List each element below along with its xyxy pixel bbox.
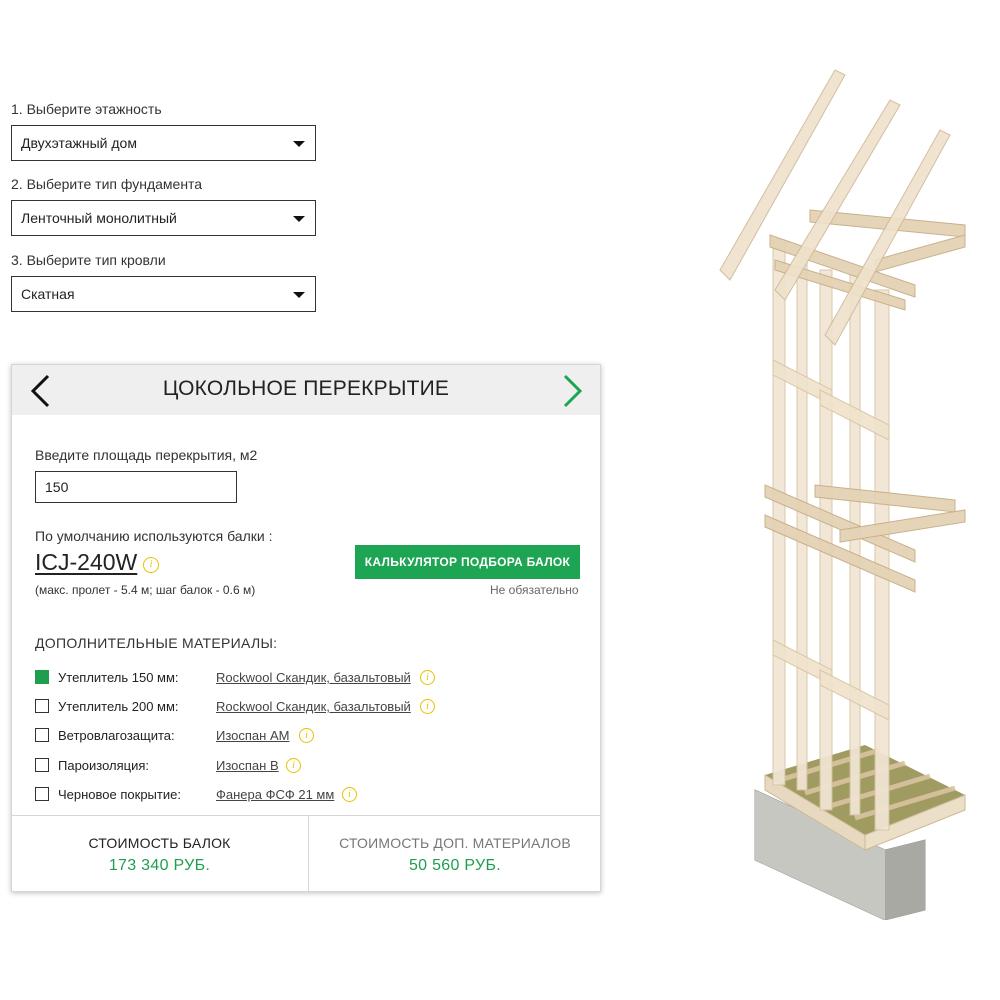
material-product-link[interactable]: Rockwool Скандик, базальтовый (216, 670, 411, 685)
material-product-link[interactable]: Изоспан АМ (216, 728, 289, 743)
beam-cost-value: 173 340 РУБ. (108, 857, 211, 874)
roof-select-value: Скатная (21, 286, 75, 302)
cost-summary: СТОИМОСТЬ БАЛОК 173 340 РУБ. СТОИМОСТЬ Д… (12, 815, 600, 892)
chevron-right-icon[interactable] (561, 373, 585, 414)
beam-code-link[interactable]: ICJ-240W (35, 549, 137, 576)
beam-note: (макс. пролет - 5.4 м; шаг балок - 0.6 м… (35, 583, 256, 597)
floors-select[interactable]: Двухэтажный дом (11, 125, 316, 161)
info-icon[interactable]: i (143, 557, 159, 573)
material-product-link[interactable]: Изоспан В (216, 758, 279, 773)
info-icon[interactable]: i (420, 670, 435, 685)
extra-materials-title: ДОПОЛНИТЕЛЬНЫЕ МАТЕРИАЛЫ: (35, 635, 278, 651)
info-icon[interactable]: i (342, 787, 357, 802)
beam-calculator-button[interactable]: КАЛЬКУЛЯТОР ПОДБОРА БАЛОК (355, 545, 580, 579)
info-icon[interactable]: i (420, 699, 435, 714)
panel-header: ЦОКОЛЬНОЕ ПЕРЕКРЫТИЕ (12, 365, 600, 415)
caret-down-icon (293, 216, 305, 222)
area-input[interactable] (35, 471, 237, 503)
area-label: Введите площадь перекрытия, м2 (35, 447, 258, 463)
material-name: Пароизоляция: (58, 758, 150, 773)
caret-down-icon (293, 292, 305, 298)
roof-select[interactable]: Скатная (11, 276, 316, 312)
optional-note: Не обязательно (490, 583, 579, 597)
material-name: Утеплитель 150 мм: (58, 670, 179, 685)
caret-down-icon (293, 141, 305, 147)
floors-label: 1. Выберите этажность (11, 101, 162, 117)
panel-title: ЦОКОЛЬНОЕ ПЕРЕКРЫТИЕ (162, 377, 450, 400)
material-checkbox[interactable] (35, 699, 49, 713)
floors-select-value: Двухэтажный дом (21, 135, 137, 151)
foundation-select[interactable]: Ленточный монолитный (11, 200, 316, 236)
extra-cost-value: 50 560 РУБ. (408, 857, 502, 874)
floor-panel: ЦОКОЛЬНОЕ ПЕРЕКРЫТИЕ Введите площадь пер… (11, 364, 601, 892)
material-name: Утеплитель 200 мм: (58, 699, 179, 714)
roof-label: 3. Выберите тип кровли (11, 252, 166, 268)
extra-cost-label: СТОИМОСТЬ ДОП. МАТЕРИАЛОВ (339, 835, 571, 851)
frame-illustration (719, 69, 966, 920)
material-checkbox[interactable] (35, 670, 49, 684)
material-product-link[interactable]: Фанера ФСФ 21 мм (216, 787, 334, 802)
material-name: Черновое покрытие: (58, 787, 181, 802)
extra-cost[interactable]: СТОИМОСТЬ ДОП. МАТЕРИАЛОВ 50 560 РУБ. (308, 816, 601, 892)
material-checkbox[interactable] (35, 758, 49, 772)
foundation-label: 2. Выберите тип фундамента (11, 176, 203, 192)
material-product-link[interactable]: Rockwool Скандик, базальтовый (216, 699, 411, 714)
foundation-select-value: Ленточный монолитный (21, 210, 177, 226)
material-name: Ветровлагозащита: (58, 728, 175, 743)
info-icon[interactable]: i (286, 758, 301, 773)
material-checkbox[interactable] (35, 728, 49, 742)
material-checkbox[interactable] (35, 787, 49, 801)
info-icon[interactable]: i (299, 728, 314, 743)
beam-cost-label: СТОИМОСТЬ БАЛОК (88, 835, 231, 851)
default-beams-label: По умолчанию используются балки : (35, 528, 273, 544)
beam-cost: СТОИМОСТЬ БАЛОК 173 340 РУБ. (12, 816, 307, 892)
